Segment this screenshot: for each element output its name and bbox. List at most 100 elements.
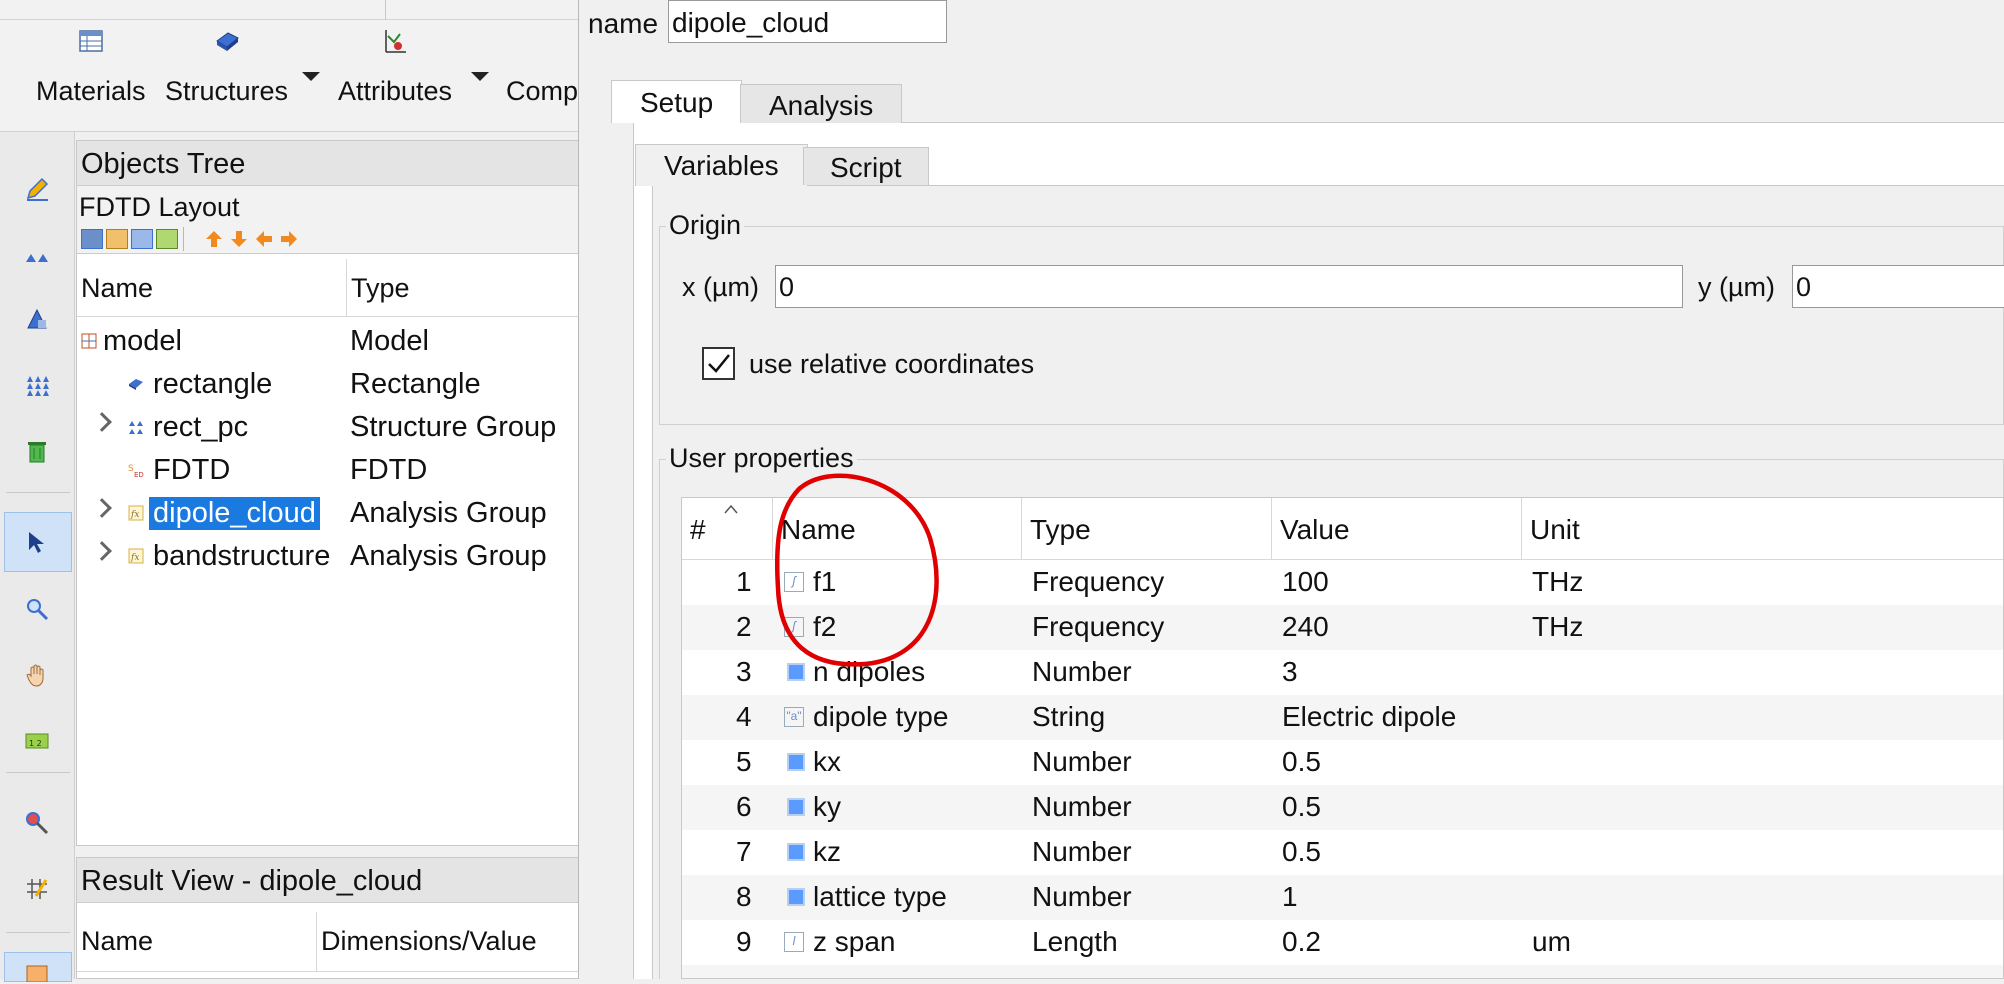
mini-analysis-icon[interactable] bbox=[156, 229, 178, 249]
row-number: 9 bbox=[736, 926, 752, 957]
tree-row-name: bandstructure bbox=[153, 540, 331, 572]
svg-text:fx: fx bbox=[130, 510, 139, 520]
y-input[interactable]: 0 bbox=[1792, 265, 2004, 308]
zoom-icon[interactable] bbox=[22, 594, 52, 624]
x-label: x (µm) bbox=[682, 272, 760, 302]
row-number: 1 bbox=[736, 566, 752, 597]
tab-script[interactable]: Script bbox=[803, 147, 929, 185]
row-unit: um bbox=[1532, 926, 1571, 957]
move-left-icon[interactable] bbox=[253, 229, 275, 249]
add-object-icon[interactable] bbox=[22, 304, 52, 334]
pan-hand-icon[interactable] bbox=[22, 660, 52, 690]
tree-row-type: Model bbox=[350, 325, 429, 357]
edit-pencil-icon[interactable] bbox=[22, 174, 52, 204]
add-structure-icon[interactable] bbox=[22, 240, 52, 270]
main-toolbar: Materials Structures Attributes Compo bbox=[0, 0, 596, 132]
tree-row-type: Analysis Group bbox=[350, 497, 547, 529]
move-down-icon[interactable] bbox=[228, 229, 250, 249]
row-type: Number bbox=[1032, 656, 1132, 687]
col-value[interactable]: Value bbox=[1272, 498, 1522, 560]
col-type[interactable]: Type bbox=[1022, 498, 1272, 560]
structures-dropdown-icon[interactable] bbox=[302, 72, 320, 81]
select-arrow-icon[interactable] bbox=[22, 527, 52, 557]
tree-col-type[interactable]: Type bbox=[347, 259, 581, 317]
relative-coordinates-checkbox[interactable] bbox=[702, 347, 735, 380]
tree-row-bandstructure[interactable]: fx bandstructure Analysis Group bbox=[77, 536, 579, 579]
expand-arrow-icon[interactable] bbox=[92, 412, 112, 432]
result-col-name[interactable]: Name bbox=[77, 912, 317, 972]
attributes-button[interactable]: Attributes bbox=[338, 28, 452, 124]
tree-row-rect-pc[interactable]: rect_pc Structure Group bbox=[77, 407, 579, 450]
array-icon[interactable] bbox=[22, 370, 52, 400]
origin-groupbox bbox=[659, 226, 2004, 425]
tab-analysis[interactable]: Analysis bbox=[740, 84, 903, 123]
left-icon-bar: 1 2 bbox=[0, 132, 75, 982]
attributes-label: Attributes bbox=[338, 76, 453, 106]
x-input[interactable]: 0 bbox=[775, 265, 1683, 308]
probe-icon[interactable] bbox=[22, 808, 52, 838]
name-label: name bbox=[588, 8, 659, 39]
attributes-dropdown-icon[interactable] bbox=[471, 72, 489, 81]
tab-variables[interactable]: Variables bbox=[635, 144, 808, 186]
number-icon bbox=[787, 888, 805, 906]
checkmark-icon bbox=[708, 354, 730, 373]
mesh-icon[interactable] bbox=[22, 874, 52, 904]
move-right-icon[interactable] bbox=[278, 229, 300, 249]
mini-add-structure-icon[interactable] bbox=[81, 229, 103, 249]
row-name: dipole type bbox=[813, 701, 949, 732]
analysis-group-icon: fx bbox=[128, 505, 144, 521]
move-up-icon[interactable] bbox=[203, 229, 225, 249]
number-icon bbox=[787, 798, 805, 816]
row-number: 7 bbox=[736, 836, 752, 867]
table-row[interactable]: 4 "a" dipole type String Electric dipole bbox=[682, 695, 2003, 740]
table-row[interactable]: 5 kx Number 0.5 bbox=[682, 740, 2003, 785]
analysis-group-icon: fx bbox=[128, 548, 144, 564]
tree-row-name: dipole_cloud bbox=[149, 497, 320, 530]
table-row[interactable]: 9 l z span Length 0.2 um bbox=[682, 920, 2003, 965]
table-row[interactable]: 6 ky Number 0.5 bbox=[682, 785, 2003, 830]
tree-row-fdtd[interactable]: S ED FDTD FDTD bbox=[77, 450, 579, 493]
table-row[interactable]: 8 lattice type Number 1 bbox=[682, 875, 2003, 920]
row-number: 8 bbox=[736, 881, 752, 912]
row-number: 3 bbox=[736, 656, 752, 687]
mini-group-icon[interactable] bbox=[131, 229, 153, 249]
tree-row-dipole-cloud[interactable]: fx dipole_cloud Analysis Group bbox=[77, 493, 579, 536]
materials-button[interactable]: Materials bbox=[36, 28, 146, 124]
col-unit[interactable]: Unit bbox=[1522, 498, 2003, 560]
y-label: y (µm) bbox=[1698, 272, 1776, 302]
table-row[interactable]: 7 kz Number 0.5 bbox=[682, 830, 2003, 875]
row-value: 0.5 bbox=[1282, 746, 1321, 777]
expand-arrow-icon[interactable] bbox=[92, 541, 112, 561]
row-type: Number bbox=[1032, 791, 1132, 822]
tab-setup[interactable]: Setup bbox=[611, 80, 743, 123]
row-name: lattice type bbox=[813, 881, 947, 912]
delete-icon[interactable] bbox=[22, 436, 52, 466]
expand-arrow-icon[interactable] bbox=[92, 498, 112, 518]
tree-col-name[interactable]: Name bbox=[77, 259, 347, 317]
mini-grid-icon[interactable] bbox=[106, 229, 128, 249]
row-name: kz bbox=[813, 836, 841, 867]
row-unit: THz bbox=[1532, 566, 1584, 597]
tree-row-type: Analysis Group bbox=[350, 540, 547, 572]
objects-tree-panel: Objects Tree FDTD Layout Name Type model… bbox=[76, 140, 581, 846]
row-name: ky bbox=[813, 791, 841, 822]
tree-row-name: model bbox=[103, 325, 182, 357]
ruler-icon[interactable]: 1 2 bbox=[22, 726, 52, 756]
tree-row-rectangle[interactable]: rectangle Rectangle bbox=[77, 364, 579, 407]
row-value: 0.5 bbox=[1282, 836, 1321, 867]
relative-coordinates-label: use relative coordinates bbox=[749, 349, 1035, 379]
row-value: Electric dipole bbox=[1282, 701, 1457, 732]
result-col-dimensions[interactable]: Dimensions/Value bbox=[317, 912, 581, 972]
row-type: Number bbox=[1032, 836, 1132, 867]
result-view-panel: Result View - dipole_cloud Name Dimensio… bbox=[76, 857, 581, 979]
structures-button[interactable]: Structures bbox=[165, 28, 288, 124]
row-value: 1 bbox=[1282, 881, 1298, 912]
view-icon[interactable] bbox=[22, 954, 52, 984]
number-icon bbox=[787, 753, 805, 771]
materials-icon bbox=[79, 30, 103, 52]
row-type: String bbox=[1032, 701, 1106, 732]
tree-row-model[interactable]: model Model bbox=[77, 321, 579, 364]
row-type: Length bbox=[1032, 926, 1118, 957]
origin-title: Origin bbox=[666, 210, 745, 241]
name-input[interactable]: dipole_cloud bbox=[668, 0, 947, 43]
